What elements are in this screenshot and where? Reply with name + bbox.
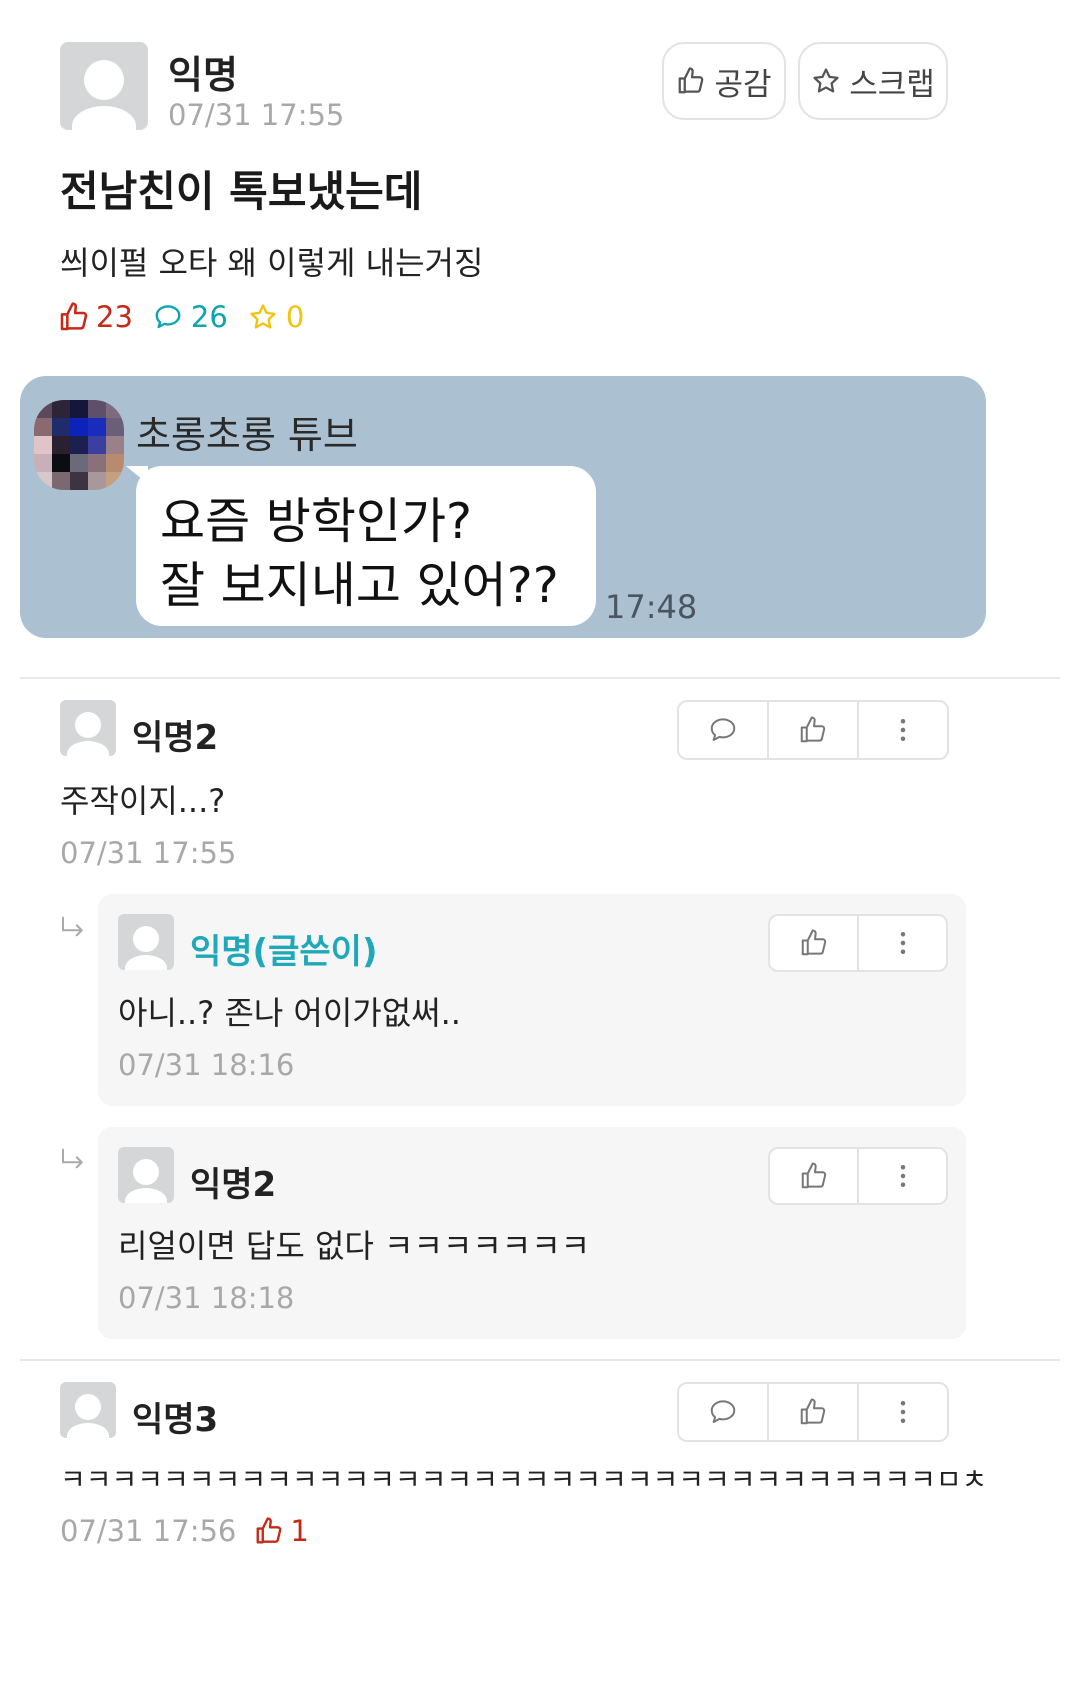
reply-time: 07/31 18:18 <box>118 1281 295 1315</box>
post-body: 씌이펄 오타 왜 이렇게 내는거징 <box>60 244 484 282</box>
comment-like-button[interactable] <box>767 1384 857 1440</box>
comment-time: 07/31 17:56 <box>60 1514 237 1548</box>
comment-meta-row: 07/31 17:56 1 <box>60 1514 309 1548</box>
sender-avatar-mosaic <box>34 400 124 490</box>
scrap-count: 0 <box>285 300 305 334</box>
comment-like-count: 1 <box>290 1514 309 1548</box>
chat-bubble-tail <box>126 466 148 484</box>
reply-arrow-icon <box>62 916 83 937</box>
post-time: 07/31 17:55 <box>168 98 345 132</box>
more-vertical-icon <box>900 719 906 741</box>
commenter-avatar <box>118 914 174 970</box>
reply-author: 익명2 <box>190 1165 277 1205</box>
more-vertical-icon <box>900 932 905 954</box>
reply-time: 07/31 18:16 <box>118 1048 295 1082</box>
reply-text: 아니..? 존나 어이가없써.. <box>118 994 461 1032</box>
chat-time: 17:48 <box>605 588 698 626</box>
comment-count: 26 <box>190 300 228 334</box>
more-vertical-icon <box>900 1401 906 1423</box>
section-divider <box>20 1359 1060 1361</box>
thumbs-up-icon <box>679 67 704 94</box>
more-options-button[interactable] <box>857 702 947 758</box>
commenter-avatar <box>60 700 116 756</box>
reply-card: 익명2 리얼이면 답도 없다 ㅋㅋㅋㅋㅋㅋㅋ 07/31 18:18 <box>98 1127 966 1339</box>
thumbs-up-icon <box>801 929 826 956</box>
scrap-button-label: 스크랩 <box>849 66 935 103</box>
more-options-button[interactable] <box>857 1149 946 1203</box>
more-options-button[interactable] <box>857 916 946 970</box>
section-divider <box>20 677 1060 679</box>
star-icon <box>813 68 839 93</box>
post-author: 익명 <box>168 53 238 97</box>
thumbs-up-icon <box>800 716 826 743</box>
post-title: 전남친이 톡보냈는데 <box>60 167 423 216</box>
author-avatar <box>60 42 148 130</box>
reply-text: 리얼이면 답도 없다 ㅋㅋㅋㅋㅋㅋㅋ <box>118 1227 591 1265</box>
more-options-button[interactable] <box>857 1384 947 1440</box>
post-stats: 23 26 0 <box>58 300 304 334</box>
like-button[interactable]: 공감 <box>662 42 786 120</box>
reply-card: 익명(글쓴이) 아니..? 존나 어이가없써.. 07/31 18:16 <box>98 894 966 1106</box>
comment-text: ㅋㅋㅋㅋㅋㅋㅋㅋㅋㅋㅋㅋㅋㅋㅋㅋㅋㅋㅋㅋㅋㅋㅋㅋㅋㅋㅋㅋㅋㅋㅋㅋㅋㅋㅁㅊ <box>60 1463 988 1496</box>
comment-time: 07/31 17:55 <box>60 836 237 870</box>
comment-text: 주작이지...? <box>60 782 226 820</box>
chat-bubble: 요즘 방학인가? 잘 보지내고 있어?? <box>126 466 596 626</box>
scrap-button[interactable]: 스크랩 <box>798 42 948 120</box>
comment-author: 익명2 <box>132 718 219 758</box>
reply-actions <box>768 1147 948 1205</box>
reply-like-button[interactable] <box>770 916 857 970</box>
chat-sender-name: 초롱초롱 튜브 <box>136 413 358 457</box>
thumbs-up-icon <box>800 1398 826 1425</box>
comment-author: 익명3 <box>132 1400 219 1440</box>
star-icon <box>250 304 276 329</box>
like-button-label: 공감 <box>714 66 772 103</box>
chat-screenshot: 초롱초롱 튜브 요즘 방학인가? 잘 보지내고 있어?? 17:48 <box>20 376 986 638</box>
commenter-avatar <box>60 1382 116 1438</box>
comment-actions <box>677 700 949 760</box>
thumbs-up-icon <box>60 302 88 331</box>
speech-bubble-icon <box>155 305 181 329</box>
comment-actions <box>677 1382 949 1442</box>
thumbs-up-icon <box>256 1517 282 1544</box>
reply-like-button[interactable] <box>770 1149 857 1203</box>
reply-actions <box>768 914 948 972</box>
commenter-avatar <box>118 1147 174 1203</box>
reply-button[interactable] <box>679 1384 767 1440</box>
chat-message-line1: 요즘 방학인가? <box>160 493 473 550</box>
like-count: 23 <box>96 300 133 334</box>
speech-bubble-icon <box>710 1400 736 1423</box>
reply-author-op: 익명(글쓴이) <box>190 932 378 972</box>
more-vertical-icon <box>900 1165 905 1187</box>
speech-bubble-icon <box>710 718 736 741</box>
reply-button[interactable] <box>679 702 767 758</box>
chat-message-line2: 잘 보지내고 있어?? <box>160 557 559 614</box>
comment-like-button[interactable] <box>767 702 857 758</box>
reply-arrow-icon <box>62 1148 83 1169</box>
thumbs-up-icon <box>801 1162 826 1189</box>
